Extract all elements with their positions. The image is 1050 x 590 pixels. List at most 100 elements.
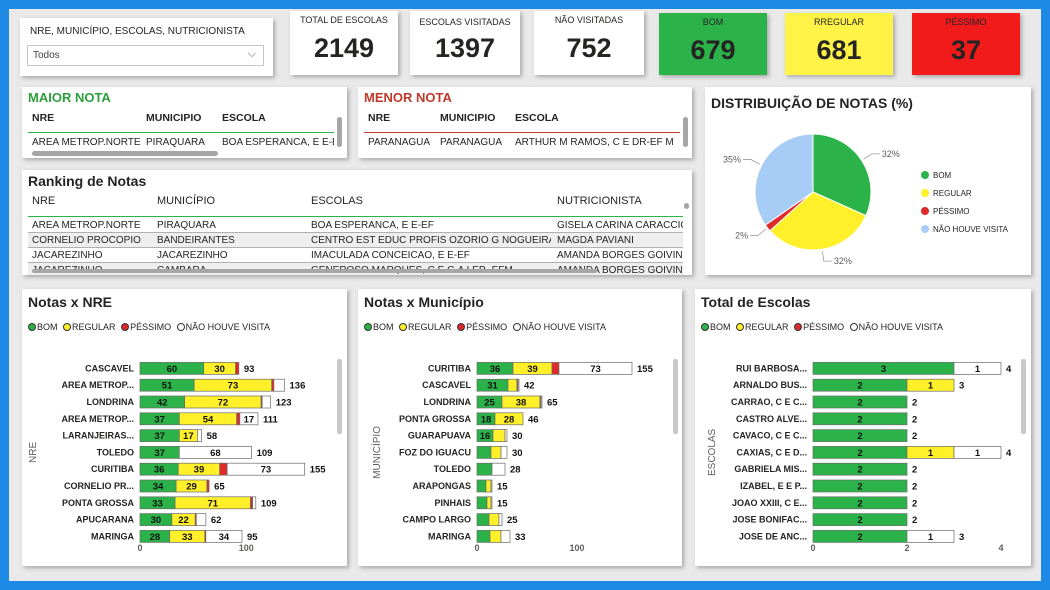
vertical-scrollbar[interactable] (1021, 359, 1026, 434)
horizontal-scrollbar[interactable] (32, 269, 597, 273)
total-label: 2 (912, 431, 917, 442)
bar-segment (273, 378, 285, 392)
data-label: 1 (975, 448, 981, 459)
maior-nota-table: MAIOR NOTA NRE MUNICIPIO ESCOLA AREA MET… (22, 87, 347, 158)
table-cell: JACAREZINHO (157, 250, 228, 261)
category-label: JOSE DE ANC... (739, 531, 807, 541)
vertical-scrollbar[interactable] (683, 117, 688, 147)
kpi-value: 1397 (434, 33, 496, 63)
x-tick-label: 0 (137, 543, 142, 553)
total-label: 109 (261, 498, 277, 509)
legend-label: REGULAR (933, 189, 972, 198)
table-cell: BOA ESPERANCA, E E-EF (222, 137, 334, 148)
data-label: 17 (183, 431, 194, 442)
kpi-regular: RREGULAR 681 (785, 13, 893, 75)
kpi-total-escolas: TOTAL DE ESCOLAS 2149 (290, 11, 398, 75)
total-label: 65 (214, 482, 225, 493)
header-divider (364, 132, 680, 133)
legend-dot-icon (921, 171, 929, 179)
column-header[interactable]: ESCOLA (222, 112, 266, 124)
horizontal-scrollbar[interactable] (32, 151, 218, 156)
column-header[interactable]: MUNICÍPIO (157, 195, 215, 207)
chevron-down-icon: ⌵ (247, 48, 256, 60)
vertical-scrollbar[interactable] (673, 359, 678, 434)
menor-nota-title: MENOR NOTA (364, 90, 452, 105)
data-label: 2 (857, 498, 862, 509)
x-tick-label: 2 (904, 543, 909, 553)
data-label: 17 (244, 414, 255, 425)
y-axis-title: NRE (28, 442, 39, 463)
data-label: 42 (157, 398, 168, 409)
total-label: 123 (276, 398, 292, 409)
table-cell: PARANAGUA (440, 137, 503, 148)
category-label: GABRIELA MIS... (734, 464, 807, 474)
pie-data-label: 32% (882, 149, 900, 159)
data-label: 31 (487, 381, 498, 392)
bar-segment (490, 446, 502, 459)
bar-segment (485, 479, 492, 493)
data-label: 34 (153, 482, 164, 493)
column-header[interactable]: MUNICIPIO (440, 112, 495, 124)
bar-segment (219, 462, 228, 476)
column-header[interactable]: NRE (32, 195, 55, 207)
kpi-value: 752 (566, 33, 612, 63)
kpi-pessimo: PÉSSIMO 37 (912, 13, 1020, 75)
bar-segment (486, 496, 492, 510)
total-label: 2 (912, 482, 917, 493)
bar-chart-municipio[interactable]: MUNICÍPIO CURITIBA 36 39 73 155 CASCAVEL 31 42 LO… (358, 289, 682, 566)
bar-chart-nre[interactable]: NRE CASCAVEL 60 30 93 AREA METROP... 51 73 136 LO… (22, 289, 347, 566)
kpi-nao-visitadas: NÃO VISITADAS 752 (534, 11, 644, 75)
kpi-label: RREGULAR (813, 17, 864, 27)
category-label: JOAO XXIII, C E... (732, 498, 807, 508)
category-label: CURITIBA (91, 464, 134, 474)
x-tick-label: 0 (474, 543, 479, 553)
column-header[interactable]: NRE (32, 112, 54, 124)
table-cell: JACAREZINHO (32, 250, 103, 261)
data-label: 2 (857, 398, 862, 409)
table-cell: BOA ESPERANCA, E E-EF (311, 220, 434, 231)
legend-dot-icon (921, 225, 929, 233)
kpi-value: 681 (816, 35, 862, 65)
column-header[interactable]: ESCOLA (515, 112, 559, 124)
filter-dropdown[interactable]: Todos ⌵ (27, 45, 264, 66)
legend-label: PÉSSIMO (933, 207, 969, 216)
bar-segment (476, 479, 487, 493)
data-label: 3 (881, 364, 886, 375)
data-label: 16 (480, 431, 491, 442)
category-label: CASCAVEL (85, 363, 134, 373)
data-label: 37 (154, 414, 165, 425)
category-label: CASTRO ALVE... (736, 414, 807, 424)
table-cell: MAGDA PAVIANI (557, 235, 634, 246)
column-header[interactable]: NRE (368, 112, 390, 124)
data-label: 33 (182, 532, 193, 543)
kpi-escolas-visitadas: ESCOLAS VISITADAS 1397 (410, 11, 520, 75)
vertical-scrollbar[interactable] (684, 203, 689, 209)
column-header[interactable]: NUTRICIONISTA (557, 195, 642, 207)
x-tick-label: 100 (569, 543, 584, 553)
data-label: 30 (151, 515, 162, 526)
table-cell: PIRAQUARA (157, 220, 216, 231)
total-label: 2 (912, 414, 917, 425)
pie-data-label: 35% (723, 155, 741, 165)
column-header[interactable]: ESCOLAS (311, 195, 363, 207)
report-canvas: NRE, MUNICÍPIO, ESCOLAS, NUTRICIONISTA T… (9, 9, 1041, 581)
pie-chart[interactable]: 32% 32% 2% 35% BOM REGULAR PÉSSIMO NÃO HOUVE VI… (705, 87, 1031, 275)
pie-leader-line (742, 159, 761, 165)
data-label: 29 (186, 482, 197, 493)
table-cell: GISELA CARINA CARACCIOLO (557, 220, 683, 231)
bar-chart-escolas[interactable]: ESCOLASRUI BARBOSA... 3 1 4ARNALDO BUS... 2 1… (695, 289, 1031, 566)
vertical-scrollbar[interactable] (337, 359, 342, 434)
total-label: 30 (512, 431, 523, 442)
bar-segment (206, 479, 210, 493)
table-cell: AMANDA BORGES GOIVINHO (557, 250, 683, 261)
bar-segment (490, 496, 493, 510)
kpi-label: BOM (702, 17, 724, 27)
vertical-scrollbar[interactable] (337, 117, 342, 147)
category-label: APUCARANA (76, 515, 134, 525)
data-label: 51 (162, 381, 173, 392)
bar-segment (500, 530, 511, 543)
y-axis-title: ESCOLAS (707, 428, 718, 476)
data-label: 54 (203, 414, 214, 425)
table-cell: PARANAGUA (368, 137, 431, 148)
column-header[interactable]: MUNICIPIO (146, 112, 201, 124)
